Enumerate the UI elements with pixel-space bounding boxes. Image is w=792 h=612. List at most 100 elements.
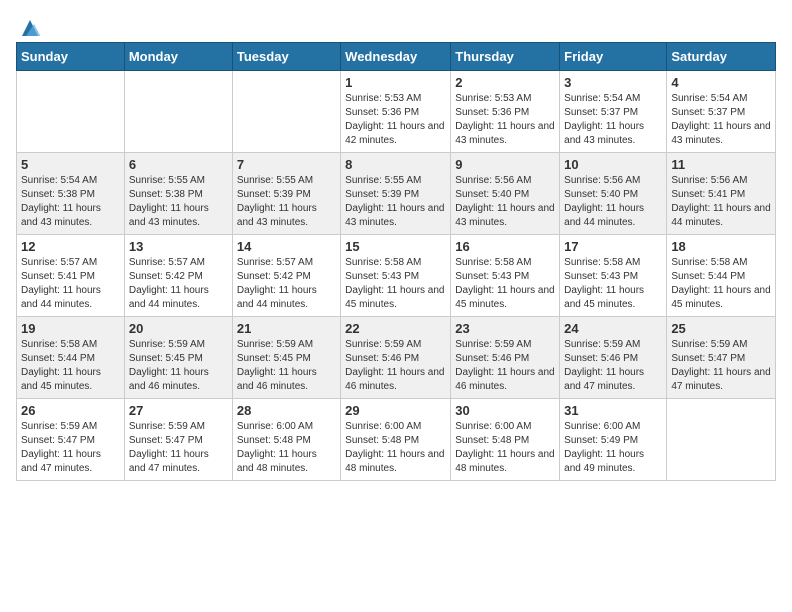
day-info: Sunrise: 6:00 AM Sunset: 5:48 PM Dayligh… <box>455 420 555 476</box>
day-info: Sunrise: 5:59 AM Sunset: 5:47 PM Dayligh… <box>671 338 771 394</box>
calendar-cell: 1 Sunrise: 5:53 AM Sunset: 5:36 PM Daylig… <box>341 71 451 153</box>
day-info: Sunrise: 5:59 AM Sunset: 5:46 PM Dayligh… <box>564 338 662 394</box>
calendar-cell: 23 Sunrise: 5:59 AM Sunset: 5:46 PM Dayli… <box>451 317 560 399</box>
calendar-cell: 3 Sunrise: 5:54 AM Sunset: 5:37 PM Daylig… <box>560 71 667 153</box>
day-number: 15 <box>345 239 446 254</box>
calendar-cell: 10Sunrise: 5:56 AM Sunset: 5:40 PM Dayli… <box>560 153 667 235</box>
calendar-cell: 30Sunrise: 6:00 AM Sunset: 5:48 PM Dayli… <box>451 399 560 481</box>
calendar-cell: 11Sunrise: 5:56 AM Sunset: 5:41 PM Dayli… <box>667 153 776 235</box>
day-info: Sunrise: 6:00 AM Sunset: 5:49 PM Dayligh… <box>564 420 662 476</box>
day-info: Sunrise: 5:58 AM Sunset: 5:44 PM Dayligh… <box>671 256 771 312</box>
day-info: Sunrise: 5:55 AM Sunset: 5:39 PM Dayligh… <box>237 174 336 230</box>
header-monday: Monday <box>124 43 232 71</box>
day-number: 16 <box>455 239 555 254</box>
calendar-cell: 13 Sunrise: 5:57 AM Sunset: 5:42 PM Dayli… <box>124 235 232 317</box>
day-info: Sunrise: 5:53 AM Sunset: 5:36 PM Dayligh… <box>455 92 555 148</box>
calendar-cell: 4 Sunrise: 5:54 AM Sunset: 5:37 PM Daylig… <box>667 71 776 153</box>
day-number: 9 <box>455 157 555 172</box>
day-info: Sunrise: 5:59 AM Sunset: 5:46 PM Dayligh… <box>345 338 446 394</box>
day-number: 13 <box>129 239 228 254</box>
day-info: Sunrise: 5:59 AM Sunset: 5:46 PM Dayligh… <box>455 338 555 394</box>
logo-icon <box>18 16 42 40</box>
day-number: 7 <box>237 157 336 172</box>
day-info: Sunrise: 5:58 AM Sunset: 5:44 PM Dayligh… <box>21 338 120 394</box>
day-number: 28 <box>237 403 336 418</box>
calendar-cell: 14 Sunrise: 5:57 AM Sunset: 5:42 PM Dayli… <box>232 235 340 317</box>
day-number: 19 <box>21 321 120 336</box>
day-info: Sunrise: 5:57 AM Sunset: 5:42 PM Dayligh… <box>129 256 228 312</box>
day-info: Sunrise: 5:58 AM Sunset: 5:43 PM Dayligh… <box>564 256 662 312</box>
day-info: Sunrise: 5:57 AM Sunset: 5:41 PM Dayligh… <box>21 256 120 312</box>
day-info: Sunrise: 5:55 AM Sunset: 5:38 PM Dayligh… <box>129 174 228 230</box>
day-number: 10 <box>564 157 662 172</box>
calendar-cell <box>232 71 340 153</box>
calendar-cell: 5Sunrise: 5:54 AM Sunset: 5:38 PM Daylig… <box>17 153 125 235</box>
calendar-cell: 22 Sunrise: 5:59 AM Sunset: 5:46 PM Dayli… <box>341 317 451 399</box>
day-number: 8 <box>345 157 446 172</box>
day-info: Sunrise: 5:56 AM Sunset: 5:41 PM Dayligh… <box>671 174 771 230</box>
calendar-week-2: 5Sunrise: 5:54 AM Sunset: 5:38 PM Daylig… <box>17 153 776 235</box>
day-number: 6 <box>129 157 228 172</box>
day-info: Sunrise: 5:59 AM Sunset: 5:47 PM Dayligh… <box>21 420 120 476</box>
header-thursday: Thursday <box>451 43 560 71</box>
calendar-cell: 19 Sunrise: 5:58 AM Sunset: 5:44 PM Dayli… <box>17 317 125 399</box>
day-info: Sunrise: 5:54 AM Sunset: 5:37 PM Dayligh… <box>671 92 771 148</box>
calendar-cell <box>667 399 776 481</box>
day-number: 5 <box>21 157 120 172</box>
calendar-cell: 17 Sunrise: 5:58 AM Sunset: 5:43 PM Dayli… <box>560 235 667 317</box>
day-number: 21 <box>237 321 336 336</box>
calendar-cell: 16 Sunrise: 5:58 AM Sunset: 5:43 PM Dayli… <box>451 235 560 317</box>
calendar-cell <box>17 71 125 153</box>
day-info: Sunrise: 5:55 AM Sunset: 5:39 PM Dayligh… <box>345 174 446 230</box>
calendar-cell: 21 Sunrise: 5:59 AM Sunset: 5:45 PM Dayli… <box>232 317 340 399</box>
day-info: Sunrise: 5:56 AM Sunset: 5:40 PM Dayligh… <box>455 174 555 230</box>
calendar-cell: 6 Sunrise: 5:55 AM Sunset: 5:38 PM Daylig… <box>124 153 232 235</box>
day-info: Sunrise: 5:53 AM Sunset: 5:36 PM Dayligh… <box>345 92 446 148</box>
calendar-cell: 28 Sunrise: 6:00 AM Sunset: 5:48 PM Dayli… <box>232 399 340 481</box>
day-number: 17 <box>564 239 662 254</box>
day-number: 3 <box>564 75 662 90</box>
day-info: Sunrise: 5:59 AM Sunset: 5:45 PM Dayligh… <box>129 338 228 394</box>
calendar-cell <box>124 71 232 153</box>
day-number: 4 <box>671 75 771 90</box>
day-number: 22 <box>345 321 446 336</box>
calendar-header-row: SundayMondayTuesdayWednesdayThursdayFrid… <box>17 43 776 71</box>
day-info: Sunrise: 5:59 AM Sunset: 5:45 PM Dayligh… <box>237 338 336 394</box>
calendar-cell: 24 Sunrise: 5:59 AM Sunset: 5:46 PM Dayli… <box>560 317 667 399</box>
logo <box>16 16 42 34</box>
day-info: Sunrise: 5:57 AM Sunset: 5:42 PM Dayligh… <box>237 256 336 312</box>
calendar-table: SundayMondayTuesdayWednesdayThursdayFrid… <box>16 42 776 481</box>
calendar-cell: 15 Sunrise: 5:58 AM Sunset: 5:43 PM Dayli… <box>341 235 451 317</box>
calendar-cell: 25 Sunrise: 5:59 AM Sunset: 5:47 PM Dayli… <box>667 317 776 399</box>
day-number: 27 <box>129 403 228 418</box>
calendar-cell: 20 Sunrise: 5:59 AM Sunset: 5:45 PM Dayli… <box>124 317 232 399</box>
day-number: 24 <box>564 321 662 336</box>
day-number: 12 <box>21 239 120 254</box>
calendar-week-1: 1 Sunrise: 5:53 AM Sunset: 5:36 PM Daylig… <box>17 71 776 153</box>
calendar-cell: 9 Sunrise: 5:56 AM Sunset: 5:40 PM Daylig… <box>451 153 560 235</box>
calendar-week-5: 26Sunrise: 5:59 AM Sunset: 5:47 PM Dayli… <box>17 399 776 481</box>
calendar-cell: 29Sunrise: 6:00 AM Sunset: 5:48 PM Dayli… <box>341 399 451 481</box>
calendar-cell: 18 Sunrise: 5:58 AM Sunset: 5:44 PM Dayli… <box>667 235 776 317</box>
calendar-cell: 26Sunrise: 5:59 AM Sunset: 5:47 PM Dayli… <box>17 399 125 481</box>
calendar-cell: 31 Sunrise: 6:00 AM Sunset: 5:49 PM Dayli… <box>560 399 667 481</box>
header-friday: Friday <box>560 43 667 71</box>
day-info: Sunrise: 5:58 AM Sunset: 5:43 PM Dayligh… <box>455 256 555 312</box>
day-number: 31 <box>564 403 662 418</box>
header-sunday: Sunday <box>17 43 125 71</box>
day-info: Sunrise: 6:00 AM Sunset: 5:48 PM Dayligh… <box>237 420 336 476</box>
header-tuesday: Tuesday <box>232 43 340 71</box>
day-number: 29 <box>345 403 446 418</box>
day-info: Sunrise: 5:59 AM Sunset: 5:47 PM Dayligh… <box>129 420 228 476</box>
day-info: Sunrise: 5:58 AM Sunset: 5:43 PM Dayligh… <box>345 256 446 312</box>
day-info: Sunrise: 5:54 AM Sunset: 5:37 PM Dayligh… <box>564 92 662 148</box>
day-number: 1 <box>345 75 446 90</box>
day-number: 2 <box>455 75 555 90</box>
day-number: 18 <box>671 239 771 254</box>
calendar-week-4: 19 Sunrise: 5:58 AM Sunset: 5:44 PM Dayli… <box>17 317 776 399</box>
calendar-cell: 12 Sunrise: 5:57 AM Sunset: 5:41 PM Dayli… <box>17 235 125 317</box>
day-number: 20 <box>129 321 228 336</box>
day-number: 14 <box>237 239 336 254</box>
day-number: 25 <box>671 321 771 336</box>
day-number: 23 <box>455 321 555 336</box>
